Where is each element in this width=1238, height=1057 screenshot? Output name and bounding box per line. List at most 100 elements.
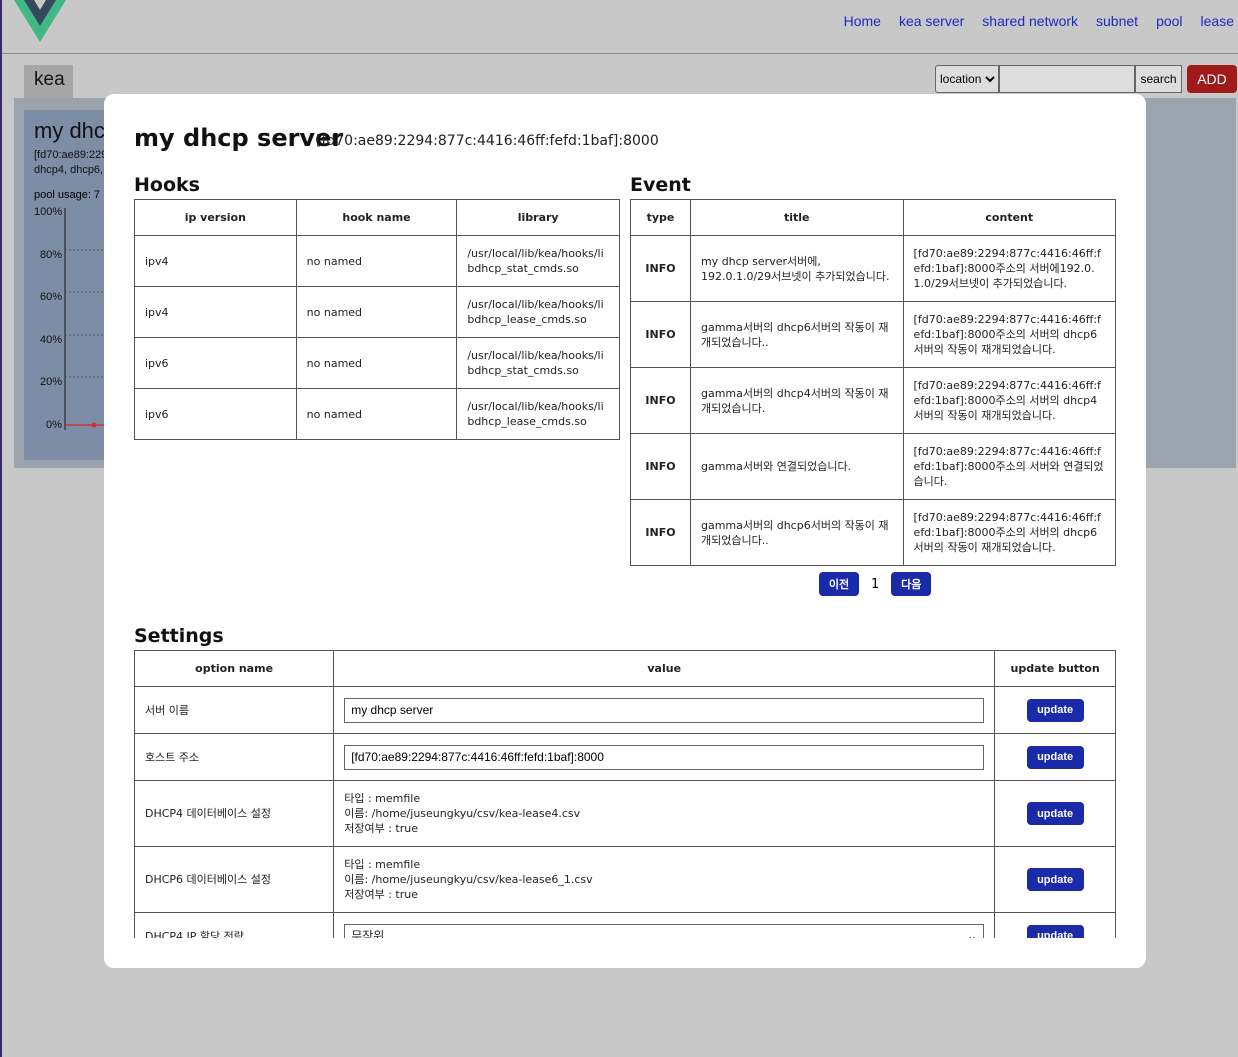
db4-persist: 저장여부 : true bbox=[344, 822, 418, 835]
table-row: ipv6 no named/usr/local/lib/kea/hooks/lib… bbox=[134, 388, 620, 440]
settings-row-dhcp4-alloc: DHCP4 IP 할당 전략 무작위 ⌄ update bbox=[134, 912, 1116, 939]
cell-content: [fd70:ae89:2294:877c:4416:46ff:fefd:1baf… bbox=[902, 235, 1117, 302]
y-tick-0: 0% bbox=[46, 419, 62, 431]
cell-type: INFO bbox=[630, 367, 691, 434]
update-button[interactable]: update bbox=[1026, 745, 1084, 769]
cell-title: gamma서버의 dhcp6서버의 작동이 재개되었습니다.. bbox=[689, 499, 904, 566]
cell-type: INFO bbox=[630, 499, 691, 566]
db4-name: 이름: /home/juseungkyu/csv/kea-lease4.csv bbox=[344, 807, 581, 820]
settings-row-server-name: 서버 이름 update bbox=[134, 686, 1116, 734]
settings-row-host: 호스트 주소 update bbox=[134, 733, 1116, 781]
hooks-heading: Hooks bbox=[134, 174, 200, 196]
event-heading: Event bbox=[630, 174, 691, 196]
cell-library: /usr/local/lib/kea/hooks/libdhcp_stat_cm… bbox=[456, 337, 620, 389]
event-col-type: type bbox=[630, 199, 691, 236]
option-label: DHCP4 IP 할당 전략 bbox=[134, 912, 335, 938]
pool-usage-chart: 100% 80% 60% 40% 20% 0% bbox=[34, 204, 104, 434]
cell-library: /usr/local/lib/kea/hooks/libdhcp_lease_c… bbox=[456, 388, 620, 440]
nav-home[interactable]: Home bbox=[844, 13, 881, 29]
next-page-button[interactable]: 다음 bbox=[891, 572, 932, 596]
hooks-col-ip-version: ip version bbox=[134, 199, 297, 236]
server-name-input[interactable] bbox=[344, 697, 985, 723]
table-row: ipv6 no named/usr/local/lib/kea/hooks/lib… bbox=[134, 337, 620, 389]
settings-col-option-name: option name bbox=[134, 650, 335, 687]
cell-hook-name: no named bbox=[295, 337, 458, 389]
cell-type: INFO bbox=[630, 235, 691, 302]
update-button[interactable]: update bbox=[1026, 802, 1084, 825]
cell-ip-version: ipv6 bbox=[134, 337, 297, 389]
settings-table: option name value update button 서버 이름 up… bbox=[134, 650, 1116, 938]
nav-kea-server[interactable]: kea server bbox=[899, 13, 964, 29]
update-button[interactable]: update bbox=[1026, 698, 1084, 722]
cell-content: [fd70:ae89:2294:877c:4416:46ff:fefd:1baf… bbox=[902, 301, 1117, 368]
alloc-strategy-value: 무작위 bbox=[351, 928, 385, 939]
table-row: INFO gamma서버의 dhcp6서버의 작동이 재개되었습니다.. [fd70… bbox=[630, 499, 1117, 566]
db6-name: 이름: /home/juseungkyu/csv/kea-lease6_1.cs… bbox=[344, 873, 593, 886]
search-input[interactable] bbox=[999, 65, 1135, 93]
table-row: ipv4 no named/usr/local/lib/kea/hooks/lib… bbox=[134, 286, 620, 338]
top-bar: Home kea server shared network subnet po… bbox=[2, 0, 1238, 54]
search-button[interactable]: search bbox=[1135, 65, 1182, 93]
vue-logo-icon[interactable] bbox=[14, 0, 66, 42]
option-label: DHCP6 데이터베이스 설정 bbox=[134, 846, 335, 913]
y-tick-40: 40% bbox=[40, 334, 62, 346]
settings-row-dhcp6-db: DHCP6 데이터베이스 설정 타입 : memfile 이름: /home/j… bbox=[134, 846, 1116, 913]
hooks-table: ip version hook name library ipv4 no name… bbox=[134, 199, 620, 440]
hooks-col-hook-name: hook name bbox=[295, 199, 458, 236]
update-button[interactable]: update bbox=[1026, 924, 1084, 938]
cell-ip-version: ipv4 bbox=[134, 235, 297, 287]
cell-title: my dhcp server서버에, 192.0.1.0/29서브넷이 추가되었… bbox=[689, 235, 904, 302]
event-table: type title content INFO my dhcp server서버에… bbox=[630, 199, 1117, 566]
nav-subnet[interactable]: subnet bbox=[1096, 13, 1138, 29]
y-tick-100: 100% bbox=[34, 206, 62, 218]
search-bar: location search bbox=[935, 65, 1182, 93]
hooks-col-library: library bbox=[456, 199, 620, 236]
settings-row-dhcp4-db: DHCP4 데이터베이스 설정 타입 : memfile 이름: /home/j… bbox=[134, 780, 1116, 847]
add-button[interactable]: ADD bbox=[1187, 65, 1237, 93]
settings-scroll-area[interactable]: option name value update button 서버 이름 up… bbox=[134, 650, 1116, 938]
update-button[interactable]: update bbox=[1026, 868, 1084, 891]
db6-type: 타입 : memfile bbox=[344, 858, 421, 871]
server-card-pool-usage: pool usage: 7 bbox=[34, 189, 101, 201]
search-field-select[interactable]: location bbox=[935, 65, 999, 93]
nav-lease[interactable]: lease bbox=[1201, 13, 1234, 29]
modal-address: [fd70:ae89:2294:877c:4416:46ff:fefd:1baf… bbox=[316, 133, 659, 149]
settings-col-update: update button bbox=[994, 650, 1116, 687]
cell-library: /usr/local/lib/kea/hooks/libdhcp_stat_cm… bbox=[456, 235, 620, 287]
event-pager: 이전 1 다음 bbox=[819, 572, 932, 596]
table-row: INFO gamma서버의 dhcp4서버의 작동이 재개되었습니다. [fd70:… bbox=[630, 367, 1117, 434]
cell-hook-name: no named bbox=[295, 235, 458, 287]
server-card-address: [fd70:ae89:2294:877c:4416:46ff:fefd:1baf… bbox=[34, 149, 106, 161]
table-row: ipv4 no named/usr/local/lib/kea/hooks/lib… bbox=[134, 235, 620, 287]
server-card-services: dhcp4, dhcp6, bbox=[34, 164, 104, 176]
table-row: INFO my dhcp server서버에, 192.0.1.0/29서브넷이 … bbox=[630, 235, 1117, 302]
chevron-down-icon: ⌄ bbox=[967, 928, 978, 939]
nav-shared-network[interactable]: shared network bbox=[982, 13, 1078, 29]
tab-kea[interactable]: kea bbox=[24, 65, 73, 98]
settings-col-value: value bbox=[333, 650, 996, 687]
nav-pool[interactable]: pool bbox=[1156, 13, 1182, 29]
option-label: 서버 이름 bbox=[134, 686, 335, 734]
cell-content: [fd70:ae89:2294:877c:4416:46ff:fefd:1baf… bbox=[902, 499, 1117, 566]
server-detail-modal: my dhcp server [fd70:ae89:2294:877c:4416… bbox=[104, 94, 1146, 968]
cell-library: /usr/local/lib/kea/hooks/libdhcp_lease_c… bbox=[456, 286, 620, 338]
cell-content: [fd70:ae89:2294:877c:4416:46ff:fefd:1baf… bbox=[902, 433, 1117, 500]
db4-type: 타입 : memfile bbox=[344, 792, 421, 805]
option-label: 호스트 주소 bbox=[134, 733, 335, 781]
table-row: INFO gamma서버의 dhcp6서버의 작동이 재개되었습니다.. [fd70… bbox=[630, 301, 1117, 368]
cell-type: INFO bbox=[630, 433, 691, 500]
cell-type: INFO bbox=[630, 301, 691, 368]
main-nav: Home kea server shared network subnet po… bbox=[826, 13, 1234, 29]
current-page: 1 bbox=[871, 576, 880, 592]
alloc-strategy-select[interactable]: 무작위 ⌄ bbox=[344, 923, 985, 939]
cell-title: gamma서버의 dhcp6서버의 작동이 재개되었습니다.. bbox=[689, 301, 904, 368]
modal-title: my dhcp server bbox=[134, 124, 344, 152]
y-tick-60: 60% bbox=[40, 291, 62, 303]
prev-page-button[interactable]: 이전 bbox=[819, 572, 859, 596]
y-tick-20: 20% bbox=[40, 376, 62, 388]
cell-hook-name: no named bbox=[295, 286, 458, 338]
event-col-title: title bbox=[689, 199, 904, 236]
cell-ip-version: ipv6 bbox=[134, 388, 297, 440]
cell-hook-name: no named bbox=[295, 388, 458, 440]
host-address-input[interactable] bbox=[344, 744, 985, 770]
